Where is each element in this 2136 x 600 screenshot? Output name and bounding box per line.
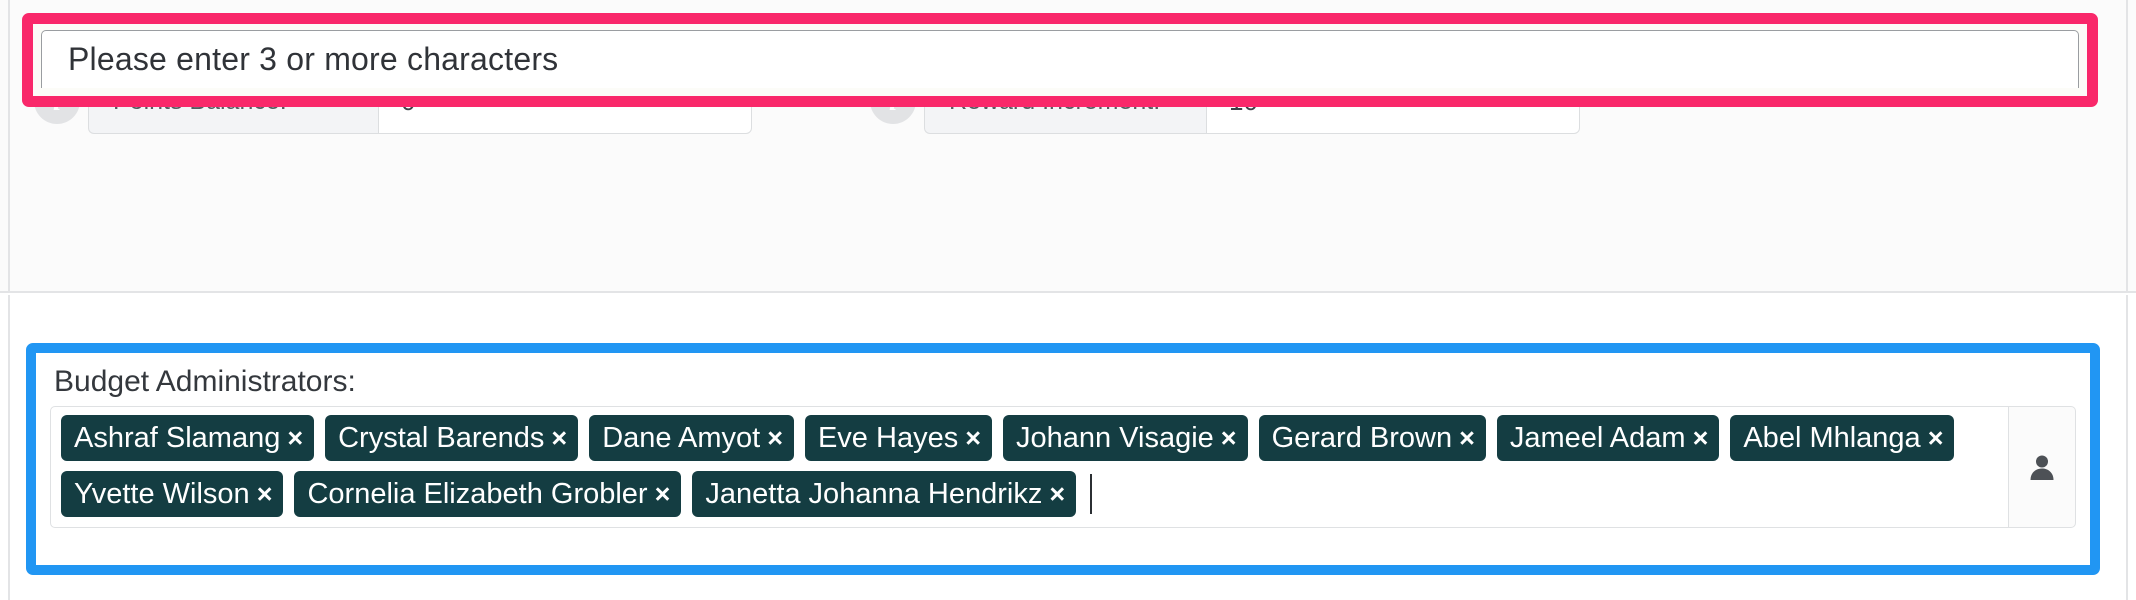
remove-tag-icon[interactable]: ×	[287, 424, 303, 452]
administrator-tag-label: Janetta Johanna Hendrikz	[705, 477, 1043, 510]
administrator-tag-label: Cornelia Elizabeth Grobler	[307, 477, 648, 510]
remove-tag-icon[interactable]: ×	[257, 480, 273, 508]
administrator-tag-label: Johann Visagie	[1015, 421, 1214, 454]
screen-root: i Points Balance: 0 i Reward Increment: …	[0, 0, 2136, 600]
administrator-tag-label: Dane Amyot	[602, 421, 761, 454]
person-icon	[2030, 455, 2054, 480]
person-addon-button[interactable]	[2009, 406, 2076, 528]
search-dropdown-panel[interactable]: Please enter 3 or more characters	[41, 30, 2079, 88]
budget-administrators-highlight: Budget Administrators: Ashraf Slamang × Cr…	[26, 343, 2100, 575]
administrator-tag[interactable]: Ashraf Slamang ×	[61, 415, 315, 461]
administrator-tag[interactable]: Gerard Brown ×	[1258, 415, 1486, 461]
administrator-tag-label: Eve Hayes	[817, 421, 959, 454]
budget-administrators-input-group: Ashraf Slamang × Crystal Barends × Dane Amyo…	[50, 406, 2076, 528]
remove-tag-icon[interactable]: ×	[1459, 424, 1475, 452]
administrator-tag[interactable]: Dane Amyot ×	[589, 415, 794, 461]
administrator-tag-label: Ashraf Slamang	[74, 421, 281, 454]
administrator-tag-label: Yvette Wilson	[74, 477, 250, 510]
budget-administrators-tag-well[interactable]: Ashraf Slamang × Crystal Barends × Dane Amyo…	[50, 406, 2009, 528]
budget-details-panel: i Points Balance: 0 i Reward Increment: …	[0, 0, 2136, 293]
budget-administrators-label: Budget Administrators:	[54, 365, 356, 398]
administrator-tag[interactable]: Jameel Adam ×	[1496, 415, 1720, 461]
remove-tag-icon[interactable]: ×	[1928, 424, 1944, 452]
remove-tag-icon[interactable]: ×	[1221, 424, 1237, 452]
dropdown-message: Please enter 3 or more characters	[68, 41, 559, 77]
administrator-tag[interactable]: Abel Mhlanga ×	[1730, 415, 1955, 461]
panel-left-border	[8, 295, 10, 600]
administrator-tag[interactable]: Johann Visagie ×	[1002, 415, 1248, 461]
panel-right-border	[2126, 295, 2128, 600]
administrator-tag-label: Abel Mhlanga	[1743, 421, 1921, 454]
administrator-tag-label: Jameel Adam	[1509, 421, 1686, 454]
administrators-panel: Budget Administrators: Ashraf Slamang × Cr…	[0, 295, 2136, 600]
administrator-tag-label: Gerard Brown	[1271, 421, 1453, 454]
remove-tag-icon[interactable]: ×	[1693, 424, 1709, 452]
administrator-tag[interactable]: Janetta Johanna Hendrikz ×	[692, 471, 1077, 517]
remove-tag-icon[interactable]: ×	[1049, 480, 1065, 508]
panel-right-border	[2126, 0, 2128, 293]
remove-tag-icon[interactable]: ×	[767, 424, 783, 452]
panel-left-border	[8, 0, 10, 293]
remove-tag-icon[interactable]: ×	[965, 424, 981, 452]
search-dropdown-highlight: Please enter 3 or more characters	[22, 13, 2098, 107]
administrator-tag[interactable]: Yvette Wilson ×	[61, 471, 284, 517]
administrator-tag[interactable]: Cornelia Elizabeth Grobler ×	[294, 471, 682, 517]
remove-tag-icon[interactable]: ×	[551, 424, 567, 452]
administrator-tag[interactable]: Crystal Barends ×	[325, 415, 579, 461]
remove-tag-icon[interactable]: ×	[655, 480, 671, 508]
administrator-tag[interactable]: Eve Hayes ×	[804, 415, 992, 461]
text-cursor	[1090, 474, 1093, 514]
administrator-tag-label: Crystal Barends	[338, 421, 545, 454]
